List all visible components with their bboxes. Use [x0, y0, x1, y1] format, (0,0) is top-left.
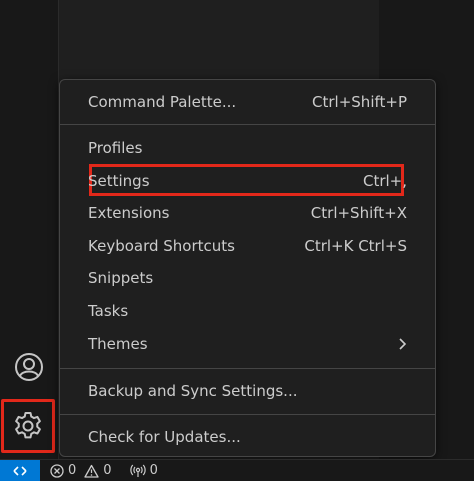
accounts-button[interactable]	[12, 350, 46, 384]
menu-item-keyboard-shortcuts[interactable]: Keyboard Shortcuts Ctrl+K Ctrl+S	[88, 231, 407, 261]
menu-item-label: Profiles	[88, 139, 143, 157]
menu-item-label: Backup and Sync Settings...	[88, 382, 298, 400]
manage-menu: Command Palette... Ctrl+Shift+P Profiles…	[59, 79, 436, 457]
menu-item-shortcut: Ctrl+Shift+X	[310, 204, 407, 222]
account-icon	[15, 353, 43, 381]
manage-button[interactable]	[1, 399, 55, 453]
error-count: 0	[68, 463, 77, 478]
menu-item-label: Themes	[88, 335, 148, 353]
menu-item-label: Settings	[88, 172, 150, 190]
menu-item-check-updates[interactable]: Check for Updates...	[88, 422, 407, 452]
menu-separator	[60, 414, 435, 415]
menu-item-themes[interactable]: Themes	[88, 329, 407, 359]
vscode-window: Command Palette... Ctrl+Shift+P Profiles…	[0, 0, 474, 481]
menu-item-command-palette[interactable]: Command Palette... Ctrl+Shift+P	[88, 87, 407, 117]
remote-indicator-button[interactable]	[0, 459, 40, 481]
status-bar: 0 0 0	[0, 459, 474, 481]
activity-bar	[0, 0, 59, 459]
problems-status[interactable]: 0 0	[50, 463, 112, 478]
menu-item-label: Keyboard Shortcuts	[88, 237, 235, 255]
ports-count: 0	[149, 463, 158, 478]
menu-separator	[60, 124, 435, 125]
menu-item-label: Command Palette...	[88, 93, 237, 111]
menu-item-label: Extensions	[88, 204, 170, 222]
menu-item-profiles[interactable]: Profiles	[88, 133, 407, 163]
gear-icon	[15, 412, 41, 439]
ports-status[interactable]: 0	[129, 463, 158, 478]
remote-icon	[13, 465, 27, 476]
menu-item-settings[interactable]: Settings Ctrl+,	[88, 166, 407, 196]
chevron-right-icon	[397, 337, 407, 351]
menu-item-snippets[interactable]: Snippets	[88, 263, 407, 293]
menu-item-shortcut: Ctrl+Shift+P	[312, 93, 407, 111]
menu-item-label: Tasks	[88, 302, 129, 320]
error-icon	[50, 463, 64, 478]
broadcast-icon	[129, 464, 146, 477]
warning-icon	[84, 464, 99, 478]
menu-item-extensions[interactable]: Extensions Ctrl+Shift+X	[88, 198, 407, 228]
menu-item-shortcut: Ctrl+K Ctrl+S	[304, 237, 407, 255]
menu-item-label: Check for Updates...	[88, 428, 241, 446]
menu-item-shortcut: Ctrl+,	[362, 172, 407, 190]
menu-item-label: Snippets	[88, 269, 154, 287]
menu-item-tasks[interactable]: Tasks	[88, 296, 407, 326]
menu-separator	[60, 368, 435, 369]
menu-item-backup-sync[interactable]: Backup and Sync Settings...	[88, 376, 407, 406]
warning-count: 0	[103, 463, 112, 478]
